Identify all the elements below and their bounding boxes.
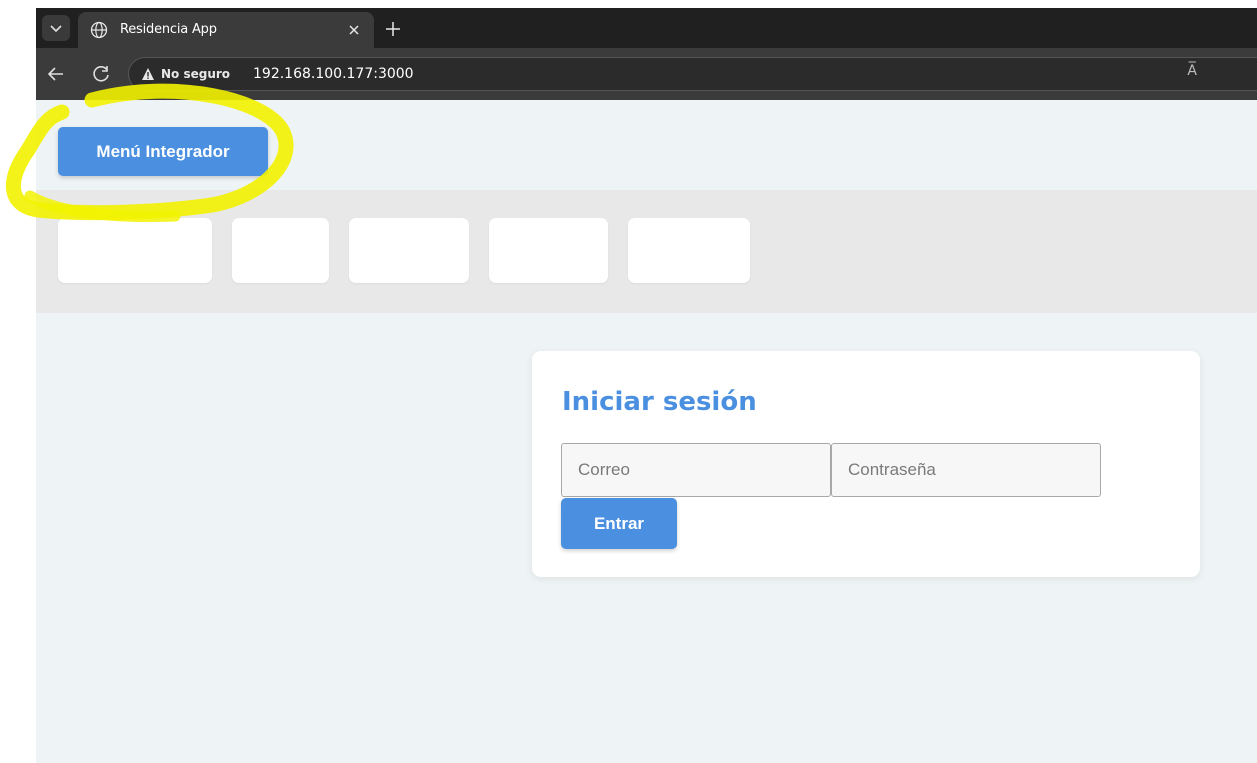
read-aloud-icon[interactable]: A̅ (1187, 63, 1197, 79)
nav-card[interactable] (628, 218, 750, 283)
nav-card[interactable] (232, 218, 329, 283)
browser-window: Residencia App No seguro 192.168.100.177… (36, 8, 1257, 763)
nav-card[interactable] (489, 218, 608, 283)
login-title: Iniciar sesión (562, 387, 757, 417)
login-card: Iniciar sesión Entrar (532, 351, 1200, 577)
nav-card[interactable] (58, 218, 212, 283)
menu-integrador-button[interactable]: Menú Integrador (58, 127, 268, 176)
reload-icon[interactable] (90, 63, 112, 85)
close-icon[interactable] (346, 22, 362, 38)
chevron-down-icon (50, 25, 62, 33)
url-text[interactable]: 192.168.100.177:3000 (253, 66, 414, 82)
address-toolbar: No seguro 192.168.100.177:3000 A̅ (36, 48, 1257, 100)
security-label[interactable]: No seguro (161, 67, 230, 81)
tab-residencia-app[interactable]: Residencia App (78, 12, 374, 48)
warning-icon (142, 68, 154, 80)
plus-icon[interactable] (384, 20, 402, 38)
nav-card[interactable] (349, 218, 469, 283)
page-viewport: Menú Integrador Iniciar sesión Entrar (36, 100, 1257, 763)
globe-icon (90, 21, 108, 39)
login-submit-button[interactable]: Entrar (561, 498, 677, 549)
email-field[interactable] (561, 443, 831, 497)
address-bar[interactable]: No seguro 192.168.100.177:3000 (128, 57, 1257, 91)
tab-strip: Residencia App (36, 8, 1257, 48)
back-arrow-icon[interactable] (46, 64, 66, 84)
tab-list-button[interactable] (42, 15, 70, 41)
tab-title: Residencia App (120, 22, 217, 37)
password-field[interactable] (831, 443, 1101, 497)
nav-strip (36, 190, 1257, 313)
